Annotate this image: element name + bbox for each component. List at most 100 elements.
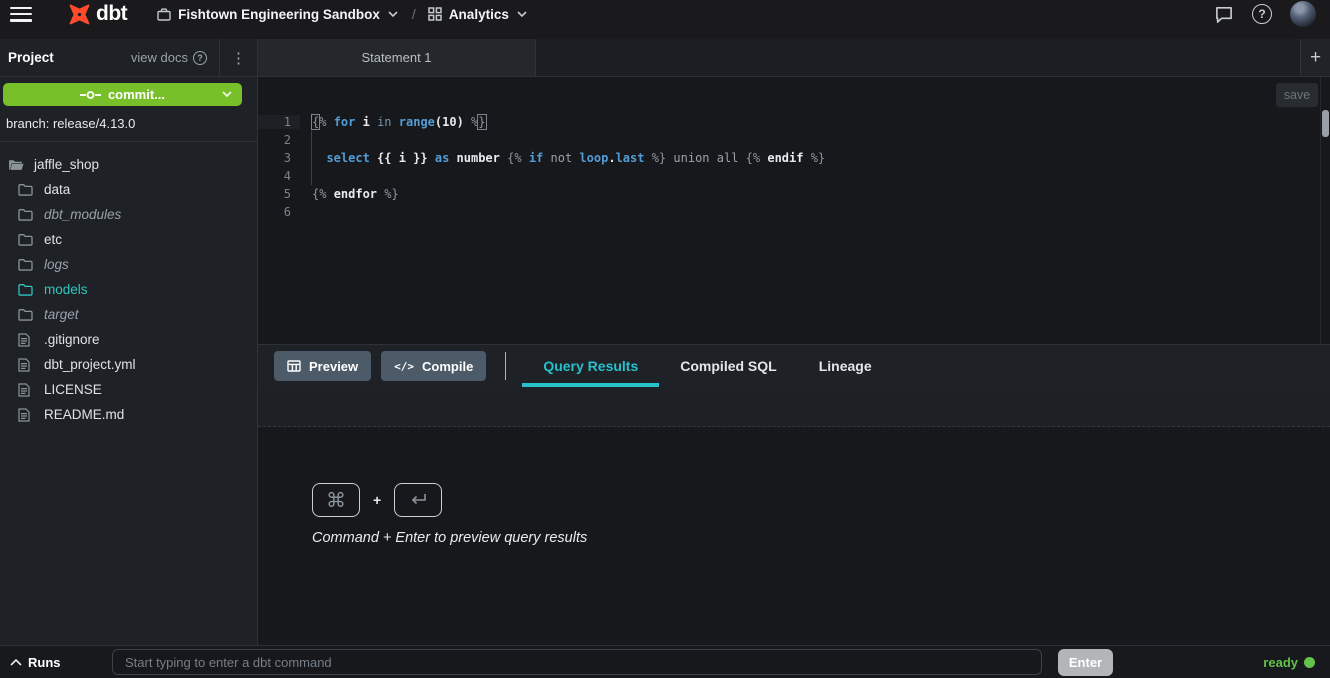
line-number: 3: [258, 151, 300, 165]
line-number: 5: [258, 187, 300, 201]
tree-item-label: target: [44, 307, 79, 322]
plus-separator: +: [373, 492, 381, 508]
editor-scrollbar[interactable]: [1320, 77, 1330, 344]
indent-guide: [311, 131, 312, 185]
plus-icon: +: [1310, 47, 1321, 69]
line-number: 4: [258, 169, 300, 183]
tab-compiled-sql[interactable]: Compiled SQL: [659, 345, 797, 387]
status-text: ready: [1263, 655, 1298, 670]
dbt-logo: dbt: [66, 1, 127, 28]
tree-item-label: LICENSE: [44, 382, 102, 397]
enter-key-icon: [394, 483, 442, 517]
line-number: 2: [258, 133, 300, 147]
tree-item-label: README.md: [44, 407, 124, 422]
file-explorer-sidebar: Project view docs ? ⋮ commit... branch: …: [0, 39, 258, 645]
tree-item-label: logs: [44, 257, 69, 272]
folder-icon: [18, 233, 35, 246]
tree-item-label: models: [44, 282, 88, 297]
top-bar: dbt Fishtown Engineering Sandbox / Analy…: [0, 0, 1330, 39]
tab-lineage[interactable]: Lineage: [798, 345, 893, 387]
kebab-menu-icon[interactable]: ⋮: [220, 49, 257, 67]
chevron-up-icon: [10, 659, 22, 666]
tree-item-jaffle-shop[interactable]: jaffle_shop: [0, 152, 257, 177]
sidebar-header: Project view docs ? ⋮: [0, 39, 257, 77]
tree-item-target[interactable]: target: [0, 302, 257, 327]
environment-selector[interactable]: Analytics: [428, 7, 527, 22]
query-results-panel: ⌘ + Command + Enter to preview query res…: [258, 427, 1330, 645]
tree-item-license[interactable]: LICENSE: [0, 377, 257, 402]
environment-name: Analytics: [449, 7, 509, 22]
shortcut-keys: ⌘ +: [312, 483, 442, 517]
chat-icon[interactable]: [1214, 5, 1234, 24]
breadcrumb-separator: /: [412, 6, 416, 22]
code-line-4: 4: [258, 167, 1320, 185]
chevron-down-icon: [388, 11, 398, 17]
commit-button[interactable]: commit...: [3, 83, 242, 106]
tree-item-dbt-project-yml[interactable]: dbt_project.yml: [0, 352, 257, 377]
tree-item-logs[interactable]: logs: [0, 252, 257, 277]
dbt-logo-mark-icon: [66, 1, 93, 28]
project-selector[interactable]: Fishtown Engineering Sandbox: [157, 7, 398, 22]
dbt-command-input[interactable]: [112, 649, 1042, 675]
divider: [505, 352, 506, 380]
status-indicator: ready: [1263, 646, 1315, 678]
panel-resize-band[interactable]: [258, 387, 1330, 427]
folder-icon: [18, 258, 35, 271]
tree-item-readme-md[interactable]: README.md: [0, 402, 257, 427]
commit-button-label: commit...: [108, 87, 165, 102]
save-button[interactable]: save: [1276, 83, 1318, 107]
file-icon: [18, 383, 35, 397]
tree-item-label: .gitignore: [44, 332, 100, 347]
code-editor[interactable]: save 1{% for i in range(10) %} 2 3 select …: [258, 77, 1330, 345]
tree-item-etc[interactable]: etc: [0, 227, 257, 252]
enter-button[interactable]: Enter: [1058, 649, 1113, 676]
view-docs-link[interactable]: view docs ?: [131, 50, 207, 65]
branch-label: branch: release/4.13.0: [0, 106, 257, 131]
tree-item-label: dbt_modules: [44, 207, 121, 222]
preview-button[interactable]: Preview: [274, 351, 371, 381]
file-icon: [18, 358, 35, 372]
compile-button[interactable]: </> Compile: [381, 351, 486, 381]
status-dot-icon: [1304, 657, 1315, 668]
folder-icon: [18, 308, 35, 321]
code-area[interactable]: 1{% for i in range(10) %} 2 3 select {{ i …: [258, 113, 1320, 221]
line-number: 6: [258, 205, 300, 219]
hamburger-menu-icon[interactable]: [10, 7, 32, 22]
tree-item--gitignore[interactable]: .gitignore: [0, 327, 257, 352]
scrollbar-thumb[interactable]: [1322, 110, 1329, 137]
project-name: Fishtown Engineering Sandbox: [178, 7, 380, 22]
tree-item-models[interactable]: models: [0, 277, 257, 302]
new-tab-button[interactable]: +: [1300, 39, 1330, 76]
tree-item-data[interactable]: data: [0, 177, 257, 202]
runs-toggle[interactable]: Runs: [10, 646, 61, 678]
result-tabs: Query ResultsCompiled SQLLineage: [522, 345, 892, 387]
code-line-1: 1{% for i in range(10) %}: [258, 113, 1320, 131]
code-line-2: 2: [258, 131, 1320, 149]
file-tree: jaffle_shopdata dbt_modulesetc logs models t…: [0, 142, 257, 427]
git-commit-icon: [80, 88, 101, 102]
briefcase-icon: [157, 8, 171, 21]
line-number: 1: [258, 115, 300, 129]
runs-label: Runs: [28, 655, 61, 670]
command-key-icon: ⌘: [312, 483, 360, 517]
chevron-down-icon: [517, 11, 527, 17]
folder-icon: [18, 208, 35, 221]
tree-item-dbt-modules[interactable]: dbt_modules: [0, 202, 257, 227]
tree-item-label: jaffle_shop: [34, 157, 99, 172]
folder-icon: [18, 183, 35, 196]
command-console-bar: Runs Enter ready: [0, 645, 1330, 678]
tab-statement-1[interactable]: Statement 1: [258, 39, 536, 76]
user-avatar[interactable]: [1290, 1, 1316, 27]
folder-open-icon: [8, 158, 25, 171]
code-line-3: 3 select {{ i }} as number {% if not loo…: [258, 149, 1320, 167]
code-icon: </>: [394, 360, 414, 373]
chevron-down-icon[interactable]: [222, 91, 232, 97]
grid-icon: [428, 7, 442, 21]
editor-tab-bar: Statement 1 +: [258, 39, 1330, 77]
tab-query-results[interactable]: Query Results: [522, 345, 659, 387]
help-icon[interactable]: ?: [1252, 4, 1272, 24]
table-icon: [287, 360, 301, 372]
code-line-6: 6: [258, 203, 1320, 221]
dbt-ide-app: dbt Fishtown Engineering Sandbox / Analy…: [0, 0, 1330, 678]
sidebar-title: Project: [8, 50, 54, 65]
